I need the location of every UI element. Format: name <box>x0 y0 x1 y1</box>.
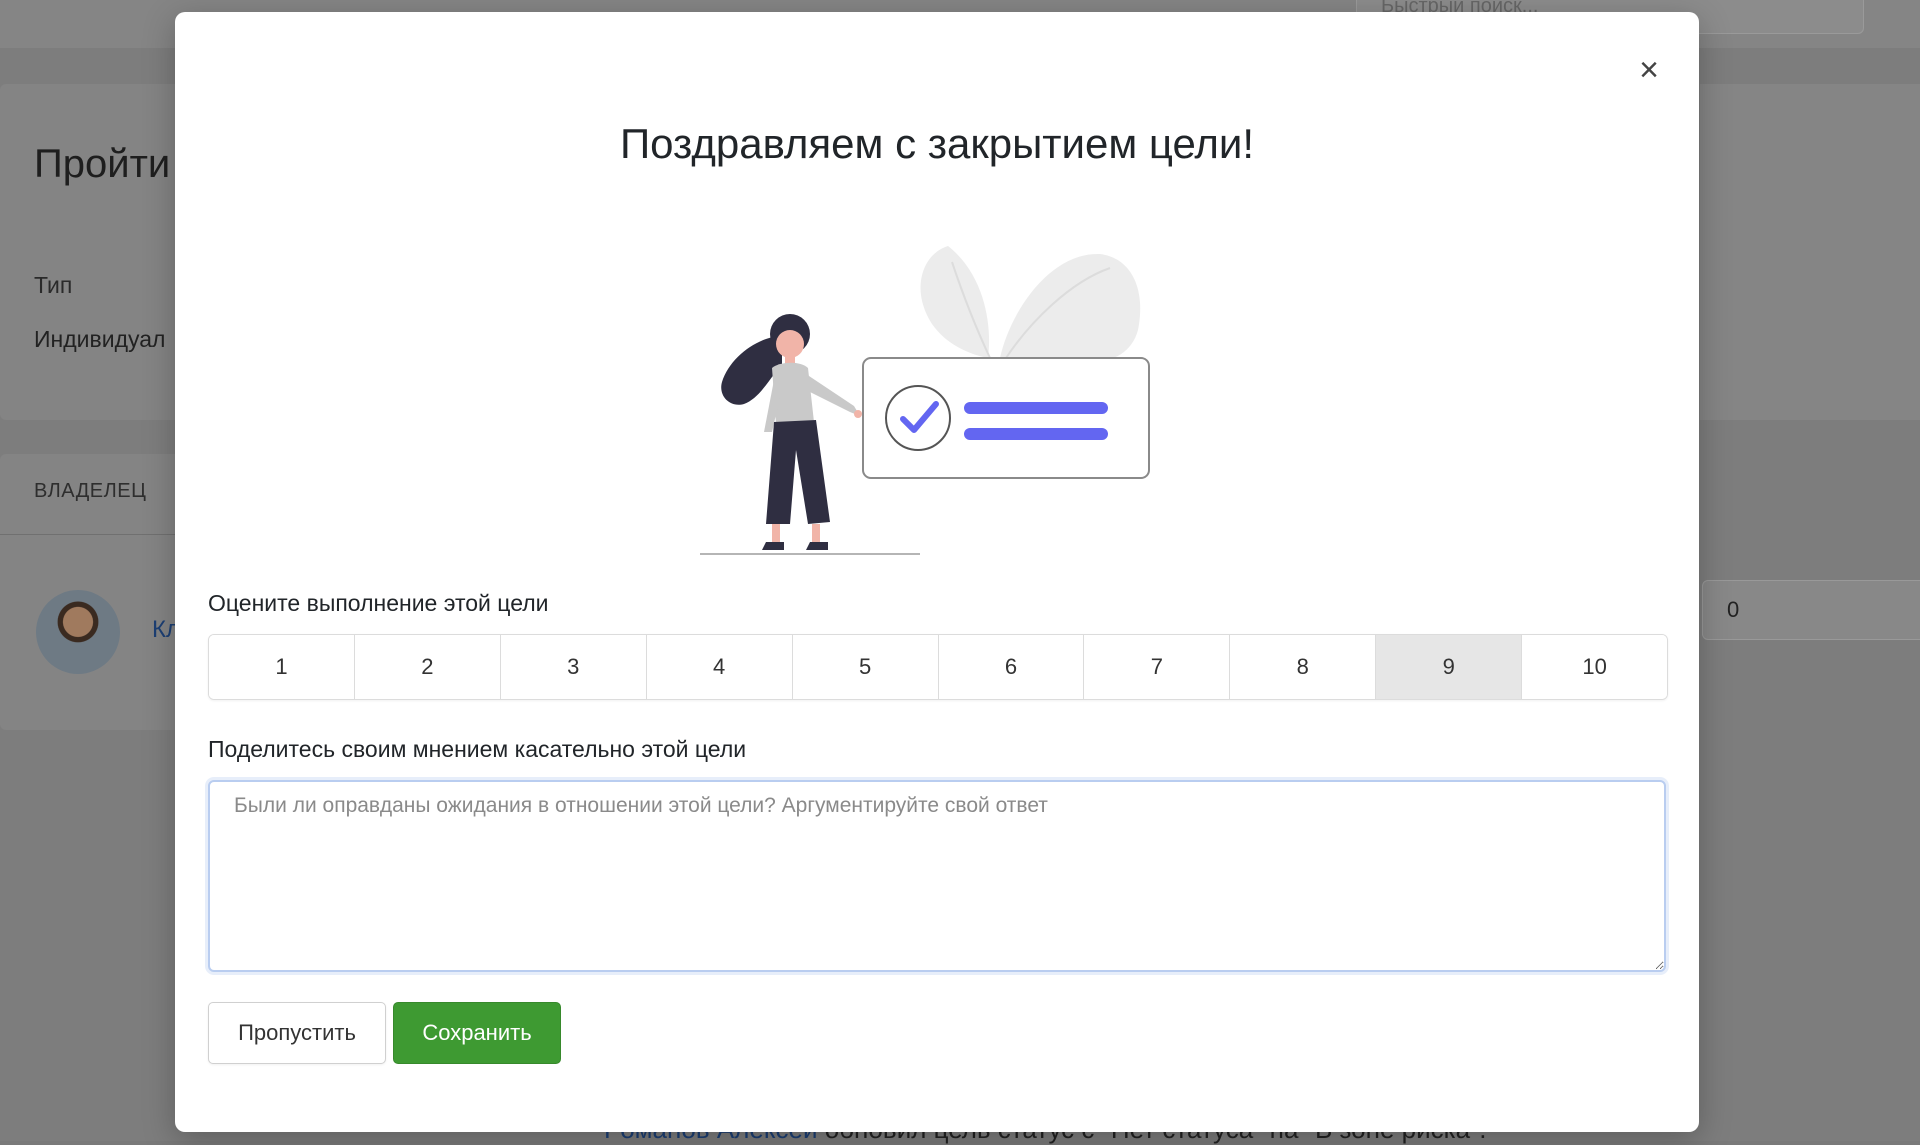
owner-avatar <box>36 590 120 674</box>
progress-value-field[interactable]: 0 <box>1702 580 1920 640</box>
success-illustration <box>700 246 1150 555</box>
woman-figure <box>721 314 862 550</box>
rating-option-9[interactable]: 9 <box>1376 635 1523 699</box>
comment-textarea[interactable] <box>208 780 1666 972</box>
rating-option-1[interactable]: 1 <box>209 635 355 699</box>
rating-option-3[interactable]: 3 <box>500 635 647 699</box>
goal-complete-modal: × Поздравляем с закрытием цели! Оцените … <box>175 12 1699 1132</box>
rating-option-5[interactable]: 5 <box>792 635 939 699</box>
divider <box>0 534 200 535</box>
rating-option-6[interactable]: 6 <box>938 635 1085 699</box>
right-panel <box>1700 84 1920 420</box>
rating-scale: 1 2 3 4 5 6 7 8 9 10 <box>208 634 1668 700</box>
comment-label: Поделитесь своим мнением касательно этой… <box>208 736 747 762</box>
rating-label: Оцените выполнение этой цели <box>208 590 549 616</box>
rating-option-2[interactable]: 2 <box>354 635 501 699</box>
modal-title: Поздравляем с закрытием цели! <box>619 120 1255 167</box>
skip-button[interactable]: Пропустить <box>208 1002 386 1064</box>
owner-section-title: ВЛАДЕЛЕЦ <box>34 480 147 502</box>
check-circle <box>885 385 951 451</box>
goal-info-card <box>0 84 200 420</box>
rating-option-10[interactable]: 10 <box>1522 635 1667 699</box>
rating-option-8[interactable]: 8 <box>1230 635 1377 699</box>
save-button[interactable]: Сохранить <box>393 1002 561 1064</box>
type-label: Тип <box>34 272 73 298</box>
rating-option-7[interactable]: 7 <box>1084 635 1231 699</box>
goal-title: Пройти <box>34 142 171 186</box>
type-value: Индивидуал <box>34 326 166 352</box>
close-icon[interactable]: × <box>1629 50 1669 90</box>
rating-option-4[interactable]: 4 <box>646 635 793 699</box>
